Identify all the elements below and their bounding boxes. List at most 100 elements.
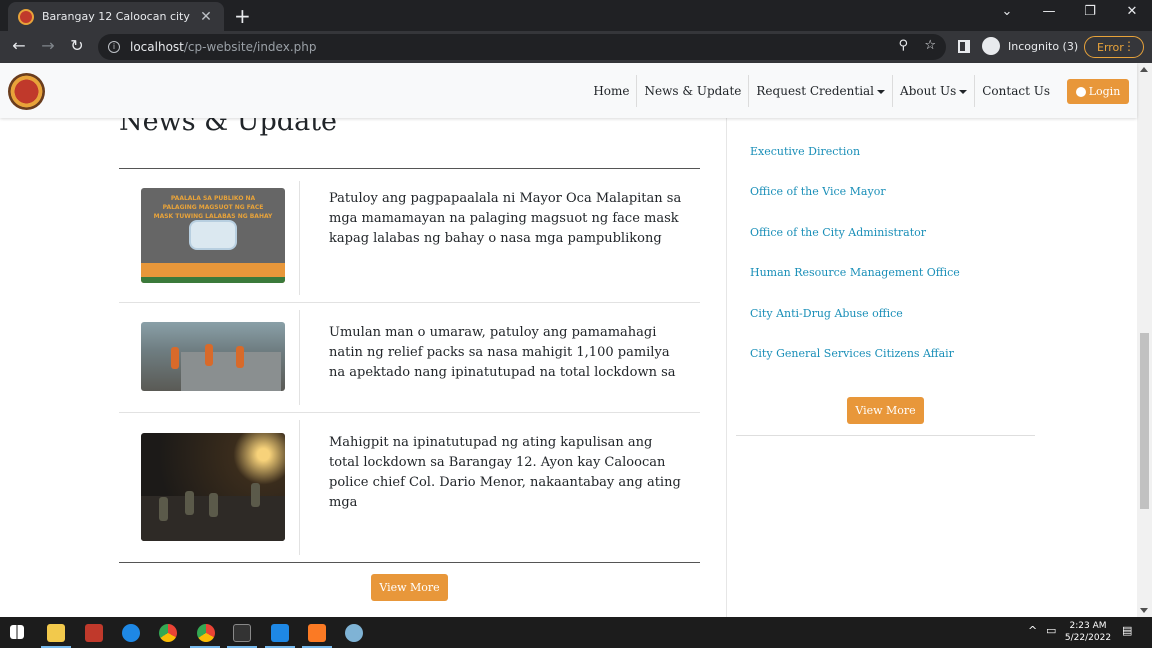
address-bar[interactable]: i localhost/cp-website/index.php ⚲ ☆	[98, 34, 946, 60]
chrome-incognito-icon[interactable]	[197, 624, 215, 642]
divider	[299, 181, 300, 295]
news-excerpt: Umulan man o umaraw, patuloy ang pamamah…	[329, 325, 676, 380]
thumbnail-figure	[185, 491, 194, 515]
menu-dots-icon: ⋮	[1123, 39, 1135, 53]
tab-search-icon[interactable]: ⌄	[992, 4, 1022, 19]
thumbnail-figure	[159, 497, 168, 521]
nav-request-credential[interactable]: Request Credential	[749, 75, 894, 107]
vscode-icon[interactable]	[271, 624, 289, 642]
thumbnail-figure	[236, 346, 244, 368]
zoom-icon[interactable]: ⚲	[898, 38, 908, 53]
clock-time: 2:23 AM	[1069, 621, 1107, 631]
bookmark-star-icon[interactable]: ☆	[924, 38, 936, 53]
site-info-icon[interactable]: i	[108, 41, 120, 53]
new-tab-icon[interactable]: +	[234, 4, 251, 28]
app-icon[interactable]	[85, 624, 103, 642]
browser-tab-strip: Barangay 12 Caloocan city ✕ + ⌄ — ❐ ✕	[0, 0, 1152, 31]
nav-about[interactable]: About Us	[893, 75, 976, 107]
thumbnail-figure	[251, 483, 260, 507]
profile-label: Incognito (3)	[1008, 39, 1079, 53]
thumbnail-caption: PAALALA SA PUBLIKO NA PALAGING MAGSUOT N…	[153, 195, 273, 220]
thumbnail-figure	[209, 493, 218, 517]
nav-home[interactable]: Home	[586, 75, 638, 107]
reload-icon[interactable]: ↻	[66, 36, 88, 55]
office-link[interactable]: Human Resource Management Office	[750, 266, 960, 279]
terminal-icon[interactable]	[233, 624, 251, 642]
network-icon[interactable]: ▭	[1046, 624, 1056, 637]
login-button[interactable]: Login	[1067, 79, 1129, 104]
offices-view-more-button[interactable]: View More	[847, 397, 924, 424]
caret-down-icon	[959, 89, 968, 94]
browser-tab[interactable]: Barangay 12 Caloocan city ✕	[8, 2, 224, 31]
site-navbar: Home News & Update Request Credential Ab…	[0, 63, 1137, 118]
chrome-icon[interactable]	[159, 624, 177, 642]
scroll-thumb[interactable]	[1140, 333, 1149, 509]
error-chip[interactable]: Error ⋮	[1084, 36, 1144, 58]
news-section-title: News & Update	[119, 118, 338, 137]
office-link[interactable]: City Anti-Drug Abuse office	[750, 307, 903, 320]
divider	[299, 310, 300, 405]
office-link[interactable]: Executive Direction	[750, 145, 860, 158]
divider	[119, 562, 700, 563]
divider	[299, 420, 300, 555]
close-window-icon[interactable]: ✕	[1117, 4, 1147, 19]
notifications-icon[interactable]: ▤	[1122, 624, 1132, 637]
news-thumbnail[interactable]	[141, 322, 285, 391]
news-excerpt: Mahigpit na ipinatutupad ng ating kapuli…	[329, 435, 681, 510]
browser-toolbar: ← → ↻ i localhost/cp-website/index.php ⚲…	[0, 31, 1152, 63]
windows-taskbar: ^ ▭ 2:23 AM 5/22/2022 ▤	[0, 617, 1152, 648]
thumbnail-band-footer	[141, 277, 285, 283]
url-host: localhost	[130, 40, 184, 54]
barangay-logo[interactable]	[8, 73, 45, 110]
office-link[interactable]: Office of the Vice Mayor	[750, 185, 886, 198]
nav-news[interactable]: News & Update	[637, 75, 750, 107]
error-label: Error	[1097, 40, 1124, 54]
url-path: /cp-website/index.php	[183, 40, 317, 54]
windows-start-icon[interactable]	[10, 625, 24, 639]
incognito-icon	[982, 37, 1000, 55]
page-scrollbar[interactable]	[1137, 63, 1152, 617]
taskbar-clock[interactable]: 2:23 AM 5/22/2022	[1064, 620, 1112, 644]
tray-chevron-icon[interactable]: ^	[1028, 624, 1037, 637]
clock-date: 5/22/2022	[1064, 633, 1112, 643]
incognito-profile[interactable]: Incognito (3)	[982, 37, 1078, 55]
office-link[interactable]: Office of the City Administrator	[750, 226, 926, 239]
caret-down-icon	[877, 89, 886, 94]
news-item[interactable]: Umulan man o umaraw, patuloy ang pamamah…	[119, 303, 700, 413]
office-link[interactable]: City General Services Citizens Affair	[750, 347, 954, 360]
minimize-icon[interactable]: —	[1034, 4, 1064, 19]
tab-title: Barangay 12 Caloocan city	[42, 10, 190, 23]
nav-links: Home News & Update Request Credential Ab…	[586, 75, 1057, 107]
nav-contact[interactable]: Contact Us	[975, 75, 1057, 107]
news-excerpt: Patuloy ang pagpapaalala ni Mayor Oca Ma…	[329, 191, 682, 246]
close-tab-icon[interactable]: ✕	[198, 9, 214, 25]
site-favicon-icon	[18, 8, 34, 25]
news-item[interactable]: PAALALA SA PUBLIKO NA PALAGING MAGSUOT N…	[119, 174, 700, 303]
news-thumbnail[interactable]	[141, 433, 285, 541]
side-panel-icon[interactable]	[958, 40, 970, 53]
back-icon[interactable]: ←	[8, 36, 30, 55]
column-divider	[726, 118, 727, 617]
login-label: Login	[1088, 85, 1121, 98]
xampp-icon[interactable]	[308, 624, 326, 642]
app-icon[interactable]	[345, 624, 363, 642]
thumbnail-figure	[171, 347, 179, 369]
face-mask-icon	[189, 220, 237, 250]
divider	[736, 435, 1035, 436]
nav-request-label: Request Credential	[756, 84, 875, 98]
divider	[119, 168, 700, 169]
scroll-down-arrow-icon[interactable]	[1140, 608, 1148, 613]
news-item[interactable]: Mahigpit na ipinatutupad ng ating kapuli…	[119, 413, 700, 562]
edge-icon[interactable]	[122, 624, 140, 642]
user-circle-icon	[1075, 86, 1086, 97]
forward-icon[interactable]: →	[37, 36, 59, 55]
file-explorer-icon[interactable]	[47, 624, 65, 642]
page-content: News & Update PAALALA SA PUBLIKO NA PALA…	[0, 118, 1137, 617]
news-view-more-button[interactable]: View More	[371, 574, 448, 601]
news-thumbnail[interactable]: PAALALA SA PUBLIKO NA PALAGING MAGSUOT N…	[141, 188, 285, 283]
thumbnail-figure	[205, 344, 213, 366]
scroll-up-arrow-icon[interactable]	[1140, 67, 1148, 72]
thumbnail-road	[181, 352, 281, 391]
maximize-icon[interactable]: ❐	[1075, 4, 1105, 19]
nav-about-label: About Us	[900, 84, 957, 98]
